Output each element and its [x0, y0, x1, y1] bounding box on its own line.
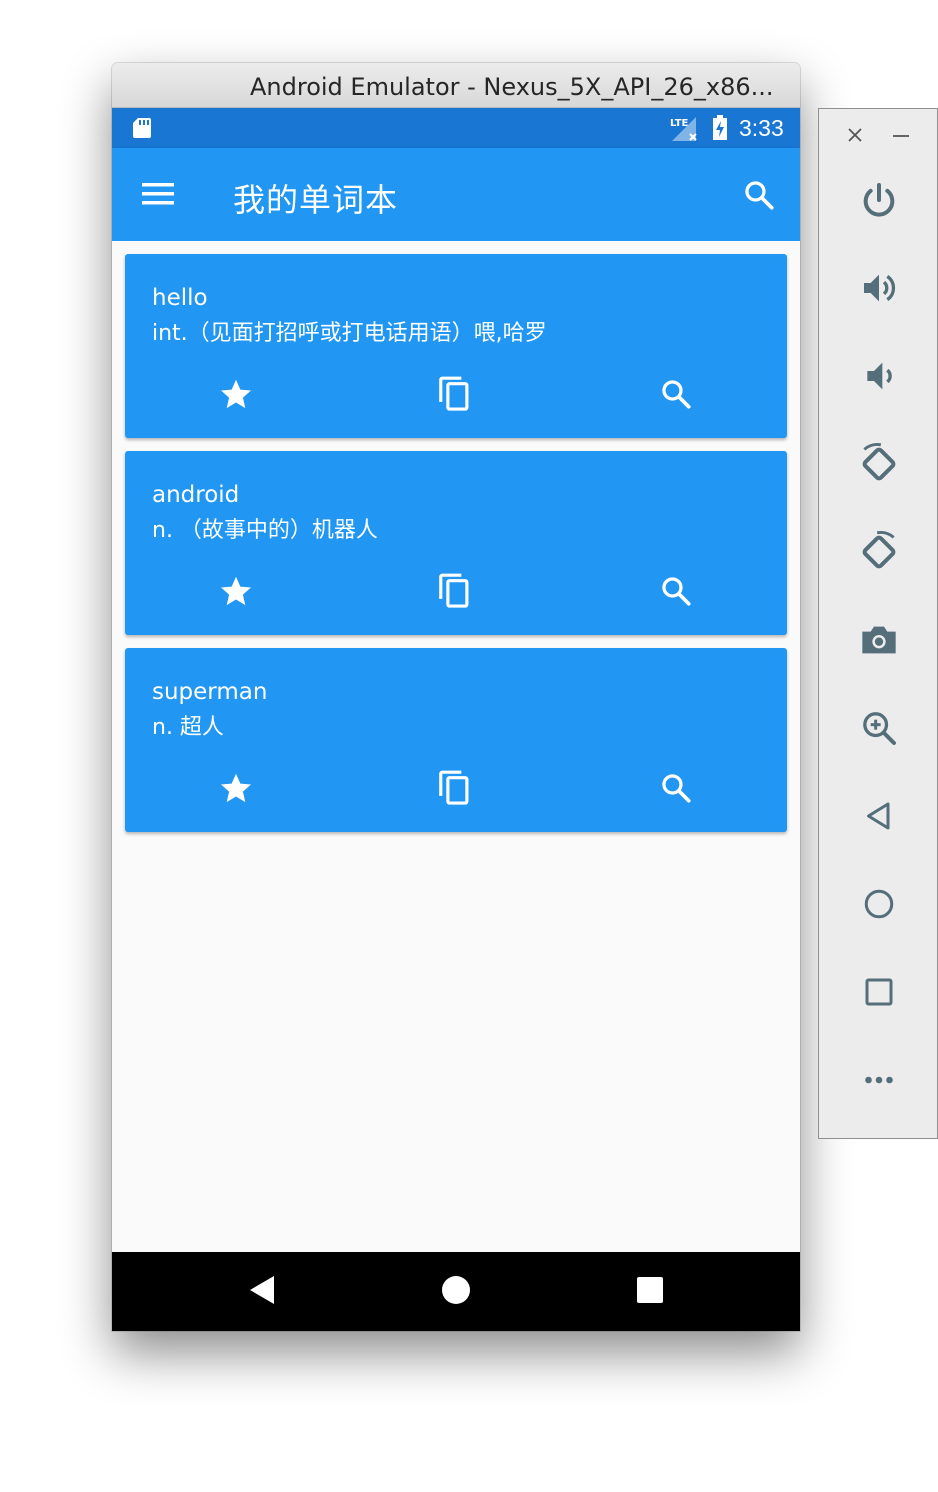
status-bar: LTE 3:33 [112, 108, 800, 148]
camera-icon[interactable] [855, 616, 903, 664]
card-actions [125, 372, 787, 416]
emulator-control-panel [818, 108, 938, 1139]
rotate-left-icon[interactable] [855, 440, 903, 488]
card-actions [125, 766, 787, 810]
status-time: 3:33 [739, 115, 784, 141]
menu-icon[interactable] [142, 181, 176, 212]
star-icon[interactable] [214, 569, 258, 613]
zoom-icon[interactable] [855, 704, 903, 752]
word-card[interactable]: hello int.（见面打招呼或打电话用语）喂,哈罗 [125, 254, 787, 438]
sd-card-icon [132, 117, 152, 144]
rotate-right-icon[interactable] [855, 528, 903, 576]
emulator-window: Android Emulator - Nexus_5X_API_26_x86..… [112, 63, 800, 1331]
search-icon[interactable] [654, 766, 698, 810]
overview-icon[interactable] [636, 1274, 664, 1311]
search-icon[interactable] [742, 178, 776, 217]
star-icon[interactable] [214, 766, 258, 810]
word-card[interactable]: android n. （故事中的）机器人 [125, 451, 787, 635]
minimize-icon[interactable] [891, 125, 911, 150]
word-definition: int.（见面打招呼或打电话用语）喂,哈罗 [152, 321, 547, 346]
star-icon[interactable] [214, 372, 258, 416]
close-icon[interactable] [845, 125, 865, 150]
power-icon[interactable] [855, 176, 903, 224]
word-text: android [152, 482, 240, 508]
copy-icon[interactable] [433, 766, 477, 810]
battery-icon [712, 115, 728, 146]
card-actions [125, 569, 787, 613]
search-icon[interactable] [654, 569, 698, 613]
word-card[interactable]: superman n. 超人 [125, 648, 787, 832]
volume-up-icon[interactable] [855, 264, 903, 312]
word-definition: n. 超人 [152, 715, 224, 740]
word-text: superman [152, 679, 268, 705]
back-icon[interactable] [248, 1274, 276, 1311]
app-bar: 我的单词本 [112, 148, 800, 241]
word-list: hello int.（见面打招呼或打电话用语）喂,哈罗 android n. （… [112, 241, 800, 1252]
navigation-bar [112, 1252, 800, 1331]
window-title: Android Emulator - Nexus_5X_API_26_x86..… [250, 73, 774, 101]
word-definition: n. （故事中的）机器人 [152, 518, 378, 543]
volume-down-icon[interactable] [855, 352, 903, 400]
word-text: hello [152, 285, 208, 311]
back-icon[interactable] [855, 792, 903, 840]
lte-signal-icon: LTE [668, 115, 702, 148]
search-icon[interactable] [654, 372, 698, 416]
home-icon[interactable] [440, 1274, 472, 1311]
copy-icon[interactable] [433, 569, 477, 613]
window-titlebar[interactable]: Android Emulator - Nexus_5X_API_26_x86..… [112, 63, 800, 108]
page-title: 我的单词本 [233, 181, 399, 219]
home-icon[interactable] [855, 880, 903, 928]
more-icon[interactable] [855, 1056, 903, 1104]
overview-icon[interactable] [855, 968, 903, 1016]
copy-icon[interactable] [433, 372, 477, 416]
